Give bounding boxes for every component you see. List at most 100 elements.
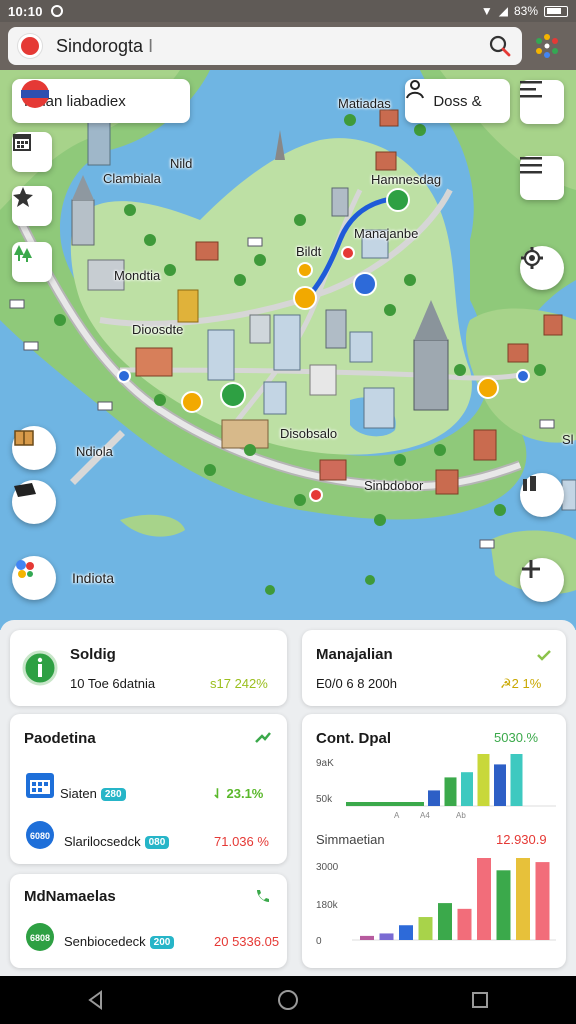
- person-icon: [406, 80, 424, 99]
- map-label: Mondtia: [114, 268, 161, 283]
- status-time: 10:10: [8, 3, 43, 19]
- card-subtitle: 10 Toe 6datnia: [70, 676, 156, 691]
- calendar-icon: [26, 773, 54, 798]
- settings-button[interactable]: [520, 246, 564, 290]
- search-input[interactable]: Sindorogta I: [56, 36, 153, 57]
- map-label: Clambiala: [103, 171, 161, 186]
- row-label: Senbiocedeck 200: [64, 934, 175, 950]
- location-chip[interactable]: Kolan liabadiex: [12, 79, 190, 123]
- parks-button[interactable]: [12, 242, 52, 282]
- bar: [496, 870, 511, 940]
- assistant-icon: [16, 560, 34, 578]
- row-tag: 080: [144, 836, 170, 850]
- menu-button[interactable]: [520, 80, 564, 124]
- y-tick-label: 180k: [316, 900, 339, 911]
- info-panel: Soldig 10 Toe 6datnia s17 242% Manajalia…: [0, 620, 576, 976]
- y-tick-label: 50k: [316, 794, 333, 805]
- badge-icon: 6808: [26, 923, 54, 951]
- card-value: ☭2 1%: [500, 676, 542, 691]
- screen: 10:10 ▼ ◢ 83% Sindorogta I Matiadas Nild…: [0, 0, 576, 1024]
- bar: [399, 925, 413, 940]
- card-manajalian[interactable]: Manajalian E0/0 6 8 200h ☭2 1%: [302, 630, 566, 706]
- system-nav-bar: [0, 976, 576, 1024]
- favorites-button[interactable]: [12, 186, 52, 226]
- destinations-label: Doss &: [433, 92, 482, 110]
- back-icon[interactable]: [86, 990, 106, 1010]
- bank-icon: [523, 476, 536, 491]
- x-tick-label: A4: [420, 811, 430, 820]
- info-icon: [22, 650, 58, 686]
- map-label: Manajanbe: [354, 226, 419, 241]
- card-paodetina[interactable]: Paodetina Siaten 280 ⇃ 23.1% 6080 Slarilo…: [10, 714, 287, 864]
- map-label: Hamnesdag: [371, 172, 442, 187]
- bar: [461, 772, 473, 806]
- map-label: Nild: [170, 156, 193, 171]
- bar: [494, 764, 506, 806]
- notification-icon: [50, 5, 63, 17]
- map-label: Bildt: [296, 244, 322, 259]
- transport-button[interactable]: [12, 480, 56, 524]
- card-title: Paodetina: [24, 730, 96, 747]
- search-bar[interactable]: Sindorogta I: [8, 27, 522, 65]
- card-title: Manajalian: [316, 646, 393, 663]
- chart-title: Cont. Dpal: [316, 730, 391, 747]
- bar: [535, 862, 550, 940]
- assistant-button[interactable]: [12, 556, 56, 600]
- bar: [428, 790, 440, 806]
- zoom-in-button[interactable]: [520, 558, 564, 602]
- row-tag: 280: [100, 788, 126, 802]
- calendar-icon: [13, 134, 31, 151]
- battery-icon: [544, 5, 568, 17]
- places-button[interactable]: [520, 473, 564, 517]
- chart-subtitle: Simmaetian: [316, 832, 385, 847]
- card-charts[interactable]: Cont. Dpal 5030.% 9aK 50k A A4 Ab Simmaetian…: [302, 714, 566, 968]
- apps-grid-icon[interactable]: [532, 31, 562, 61]
- phone-icon: [257, 890, 269, 902]
- gear-icon: [521, 247, 543, 269]
- box-icon: [14, 430, 34, 446]
- card-title: MdNamaelas: [24, 888, 116, 905]
- map-label: Ndiola: [76, 444, 113, 459]
- bar: [510, 754, 523, 806]
- map-label: Dioosdte: [132, 322, 184, 337]
- recents-icon[interactable]: [470, 990, 490, 1010]
- map-canvas: [0, 70, 576, 595]
- map-view[interactable]: Matiadas Nild Clambiala Hamnesdag Manaja…: [0, 70, 576, 630]
- search-icon[interactable]: [488, 34, 512, 58]
- bar: [516, 858, 530, 940]
- package-button[interactable]: [12, 426, 56, 470]
- bar: [346, 802, 424, 806]
- truck-icon: [14, 483, 36, 497]
- sparkle-icon: [13, 187, 33, 207]
- map-label: Sinbdobor: [364, 478, 424, 493]
- status-bar: 10:10 ▼ ◢ 83%: [0, 0, 576, 22]
- list-icon: [520, 157, 542, 174]
- card-soldig[interactable]: Soldig 10 Toe 6datnia s17 242%: [10, 630, 287, 706]
- signal-icon: ◢: [498, 4, 508, 18]
- destinations-chip[interactable]: Doss &: [405, 79, 510, 123]
- row-value: 71.036 %: [214, 834, 269, 849]
- card-value: s17 242%: [210, 676, 268, 691]
- trees-icon: [14, 245, 32, 262]
- check-icon: [537, 650, 551, 661]
- x-tick-label: A: [394, 811, 400, 820]
- card-subtitle: E0/0 6 8 200h: [316, 676, 397, 691]
- row-label: Slarilocsedck 080: [64, 834, 170, 850]
- bar: [418, 917, 433, 940]
- card-mdnamaelas[interactable]: MdNamaelas 6808 Senbiocedeck 200 20 5336.…: [10, 874, 287, 968]
- map-label: Disobsalo: [280, 426, 338, 441]
- chart-value: 5030.%: [494, 730, 539, 745]
- home-icon[interactable]: [277, 989, 299, 1011]
- menu-icon: [520, 81, 542, 98]
- layers-button[interactable]: [520, 156, 564, 200]
- battery-text: 83%: [513, 4, 538, 18]
- assistant-label: Indiota: [72, 570, 115, 586]
- bar: [477, 754, 490, 806]
- row-value: ⇃ 23.1%: [212, 786, 264, 801]
- badge-icon-text: 6808: [30, 933, 50, 943]
- flag-icon: [21, 80, 49, 108]
- chart-subvalue: 12.930.9: [496, 832, 547, 847]
- calendar-button[interactable]: [12, 132, 52, 172]
- badge-icon: 6080: [26, 821, 54, 849]
- bar-chart-top: 9aK 50k A A4 Ab: [316, 754, 556, 820]
